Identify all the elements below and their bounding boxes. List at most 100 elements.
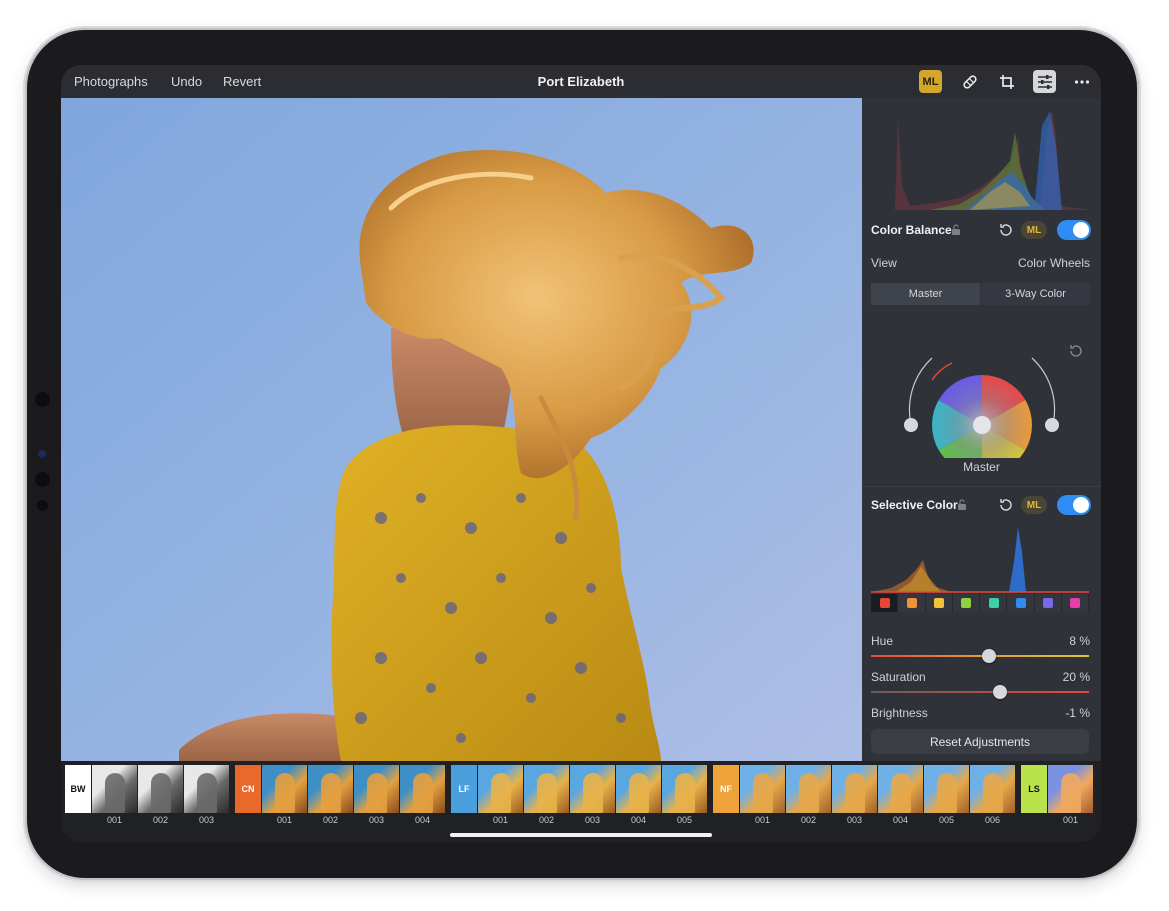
filter-thumbnail[interactable] — [740, 765, 785, 813]
color-swatch[interactable] — [898, 594, 925, 612]
healing-brush-icon[interactable] — [958, 70, 981, 93]
thumbnail-number: 003 — [198, 815, 215, 825]
wheel-reset-icon[interactable] — [1068, 343, 1084, 359]
wheel-label: Master — [963, 460, 1000, 474]
filter-thumbnail[interactable] — [662, 765, 707, 813]
saturation-value: 20 % — [1062, 670, 1090, 684]
saturation-slider-track[interactable] — [871, 691, 1089, 693]
color-balance-toggle[interactable] — [1057, 220, 1091, 240]
color-swatch[interactable] — [1061, 594, 1088, 612]
thumbnail-number: 005 — [676, 815, 693, 825]
thumbnail-number: 004 — [630, 815, 647, 825]
thumbnail-number: 004 — [892, 815, 909, 825]
photo-canvas[interactable] — [61, 98, 862, 761]
saturation-slider-knob[interactable] — [992, 685, 1007, 699]
thumbnail-number: 002 — [152, 815, 169, 825]
color-swatch-dot — [1070, 598, 1081, 608]
thumbnail-number: 001 — [1062, 815, 1079, 825]
filter-thumbnail[interactable] — [878, 765, 923, 813]
thumbnail-figure — [845, 773, 865, 813]
document-title: Port Elizabeth — [537, 74, 625, 89]
filter-group-bw[interactable]: BW — [65, 765, 91, 813]
thumbnail-figure — [491, 773, 511, 813]
filter-thumbnail[interactable] — [786, 765, 831, 813]
camera-sensor — [35, 472, 50, 487]
color-swatch[interactable] — [871, 594, 898, 612]
color-swatch[interactable] — [980, 594, 1007, 612]
filter-thumbnail[interactable] — [138, 765, 183, 813]
thumbnail-number: 003 — [368, 815, 385, 825]
thumbnail-figure — [753, 773, 773, 813]
divider — [862, 486, 1101, 487]
thumbnail-figure — [537, 773, 557, 813]
app-screen: Photographs Undo Revert Port Elizabeth M… — [61, 65, 1101, 842]
thumbnail-number: 005 — [938, 815, 955, 825]
ml-icon[interactable]: ML — [1021, 496, 1047, 514]
filter-thumbnail[interactable] — [92, 765, 137, 813]
thumbnail-figure — [937, 773, 957, 813]
thumbnail-figure — [367, 773, 387, 813]
selective-color-toggle[interactable] — [1057, 495, 1091, 515]
color-swatch[interactable] — [925, 594, 952, 612]
thumbnail-figure — [151, 773, 171, 813]
thumbnail-number: 003 — [584, 815, 601, 825]
filter-thumbnail[interactable] — [970, 765, 1015, 813]
color-swatch[interactable] — [1034, 594, 1061, 612]
brightness-label: Brightness — [871, 706, 928, 720]
camera-sensor — [37, 500, 48, 511]
thumbnail-figure — [1061, 773, 1081, 813]
color-wheel[interactable] — [892, 328, 1072, 458]
view-value[interactable]: Color Wheels — [982, 256, 1090, 270]
thumbnail-figure — [891, 773, 911, 813]
thumbnail-figure — [629, 773, 649, 813]
filter-thumbnail[interactable] — [570, 765, 615, 813]
thumbnail-figure — [413, 773, 433, 813]
filter-thumbnail[interactable] — [524, 765, 569, 813]
crop-icon[interactable] — [995, 70, 1018, 93]
segment-master[interactable]: Master — [871, 283, 980, 305]
adjustments-panel: Color Balance ML View Color Wheels Maste… — [862, 98, 1101, 761]
color-swatch[interactable] — [1007, 594, 1034, 612]
filter-thumbnail[interactable] — [924, 765, 969, 813]
filter-thumbnail[interactable] — [262, 765, 307, 813]
brightness-value: -1 % — [1065, 706, 1090, 720]
reset-icon[interactable] — [998, 222, 1014, 238]
filter-thumbnail[interactable] — [308, 765, 353, 813]
more-icon[interactable] — [1070, 70, 1093, 93]
ml-icon[interactable]: ML — [919, 70, 942, 93]
filter-group-cn[interactable]: CN — [235, 765, 261, 813]
color-swatch-dot — [906, 598, 917, 608]
color-swatch[interactable] — [952, 594, 979, 612]
reset-adjustments-button[interactable]: Reset Adjustments — [871, 729, 1089, 754]
ml-icon[interactable]: ML — [1021, 221, 1047, 239]
thumbnail-number: 001 — [276, 815, 293, 825]
selective-color-title: Selective Color — [871, 498, 958, 512]
thumbnail-figure — [275, 773, 295, 813]
filter-thumbnail[interactable] — [478, 765, 523, 813]
thumbnail-number: 001 — [492, 815, 509, 825]
home-indicator[interactable] — [450, 833, 712, 837]
color-swatch-dot — [1015, 598, 1026, 608]
filter-thumbnail[interactable] — [400, 765, 445, 813]
filter-thumbnail[interactable] — [354, 765, 399, 813]
filter-group-ls[interactable]: LS — [1021, 765, 1047, 813]
lock-icon[interactable] — [951, 224, 961, 236]
color-swatch-dot — [934, 598, 945, 608]
lock-icon[interactable] — [957, 499, 967, 511]
adjustments-icon[interactable] — [1033, 70, 1056, 93]
filter-group-nf[interactable]: NF — [713, 765, 739, 813]
camera-sensor — [35, 392, 50, 407]
hue-slider-knob[interactable] — [981, 649, 996, 663]
filter-group-lf[interactable]: LF — [451, 765, 477, 813]
filter-thumbnail[interactable] — [184, 765, 229, 813]
thumbnail-number: 001 — [754, 815, 771, 825]
reset-icon[interactable] — [998, 497, 1014, 513]
filter-thumbnail[interactable] — [616, 765, 661, 813]
segment-3way-color[interactable]: 3-Way Color — [981, 283, 1090, 305]
hue-slider-track[interactable] — [871, 655, 1089, 657]
filter-thumbnail[interactable] — [1048, 765, 1093, 813]
filter-thumbnail[interactable] — [832, 765, 877, 813]
thumbnail-figure — [675, 773, 695, 813]
histogram — [870, 106, 1092, 212]
thumbnail-number: 002 — [322, 815, 339, 825]
